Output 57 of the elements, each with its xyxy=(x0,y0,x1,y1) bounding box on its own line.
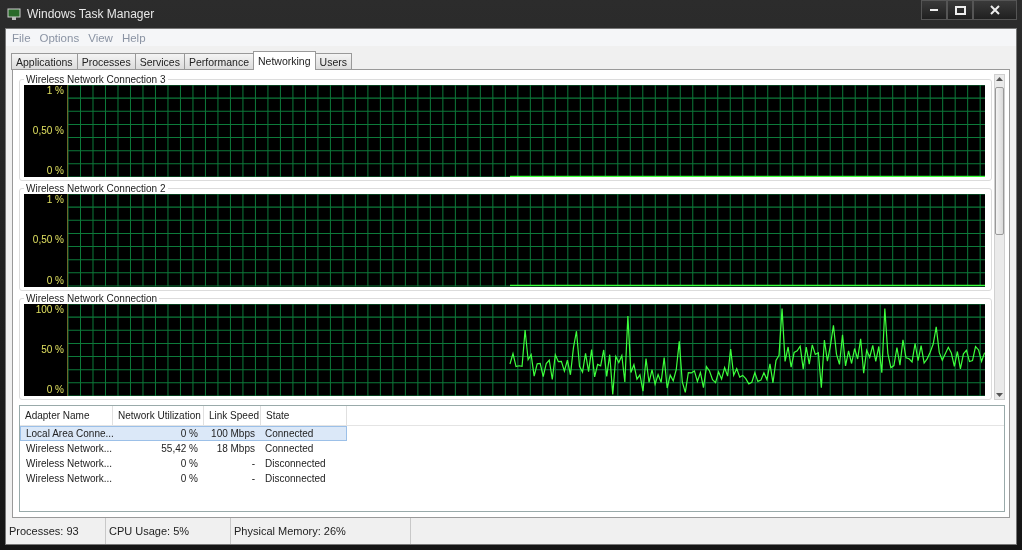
table-cell-text: 18 Mbps xyxy=(215,442,256,455)
table-cell-text: 55,42 % xyxy=(160,442,199,455)
axis-label: 0 % xyxy=(46,165,64,178)
table-cell-text: Connected xyxy=(264,442,315,455)
maximize-icon xyxy=(954,5,966,15)
table-cell-text: Disconnected xyxy=(264,457,327,470)
table-cell-text: - xyxy=(250,457,256,470)
table-row[interactable]: Local Area Conne... 0 % 100 Mbps Connected xyxy=(20,426,347,441)
table-row[interactable]: Wireless Network... 55,42 % 18 Mbps Connected xyxy=(20,441,347,456)
minimize-button[interactable] xyxy=(921,0,947,20)
column-header[interactable]: Network Utilization xyxy=(113,406,204,425)
graph-title: Wireless Network Connection 2 xyxy=(25,183,167,195)
axis-label: 1 % xyxy=(46,194,64,207)
axis-label: 0,50 % xyxy=(32,125,64,138)
tab[interactable]: Networking xyxy=(253,51,316,70)
table-cell-text: 0 % xyxy=(179,472,199,485)
down-arrow-icon xyxy=(996,393,1003,397)
axis-label: 0 % xyxy=(46,274,64,287)
tab[interactable]: Processes xyxy=(76,53,136,70)
table-row[interactable]: Wireless Network... 0 % - Disconnected xyxy=(20,456,347,471)
table-cell-text: Local Area Conne... xyxy=(25,427,112,440)
window-title: Windows Task Manager xyxy=(27,7,155,21)
column-header[interactable]: State xyxy=(261,406,347,425)
vertical-scrollbar[interactable] xyxy=(994,74,1005,400)
axis-label: 0 % xyxy=(46,383,64,396)
status-text: CPU Usage: 5% xyxy=(106,518,231,544)
status-text: Physical Memory: 26% xyxy=(231,518,411,544)
tab[interactable]: Applications xyxy=(11,53,78,70)
graph-title: Wireless Network Connection xyxy=(25,292,159,304)
table-cell-text: 100 Mbps xyxy=(210,427,256,440)
table-cell-text: Wireless Network... xyxy=(25,472,112,485)
column-header[interactable]: Adapter Name xyxy=(20,406,113,425)
graph-title: Wireless Network Connection 3 xyxy=(25,74,167,85)
maximize-button[interactable] xyxy=(947,0,973,20)
table-cell-text: Wireless Network... xyxy=(25,457,112,470)
tab[interactable]: Users xyxy=(314,53,352,70)
axis-label: 0,50 % xyxy=(32,234,64,247)
up-arrow-icon xyxy=(996,77,1003,81)
close-button[interactable] xyxy=(973,0,1017,20)
minimize-icon xyxy=(930,9,938,11)
close-icon xyxy=(990,5,1000,15)
table-cell-text: Disconnected xyxy=(264,472,327,485)
scrollbar-thumb[interactable] xyxy=(995,87,1004,235)
axis-label: 1 % xyxy=(46,85,64,97)
column-header[interactable]: Link Speed xyxy=(204,406,261,425)
tab[interactable]: Services xyxy=(134,53,185,70)
table-cell-text: Connected xyxy=(264,427,315,440)
table-cell-text: 0 % xyxy=(179,427,199,440)
table-cell-text: Wireless Network... xyxy=(25,442,112,455)
table-cell-text: 0 % xyxy=(179,457,199,470)
monitor-icon xyxy=(7,7,21,21)
axis-label: 50 % xyxy=(41,343,64,356)
table-cell-text: - xyxy=(250,472,256,485)
tab[interactable]: Performance xyxy=(183,53,255,70)
status-text: Processes: 93 xyxy=(6,518,106,544)
table-row[interactable]: Wireless Network... 0 % - Disconnected xyxy=(20,471,347,486)
axis-label: 100 % xyxy=(35,303,64,316)
